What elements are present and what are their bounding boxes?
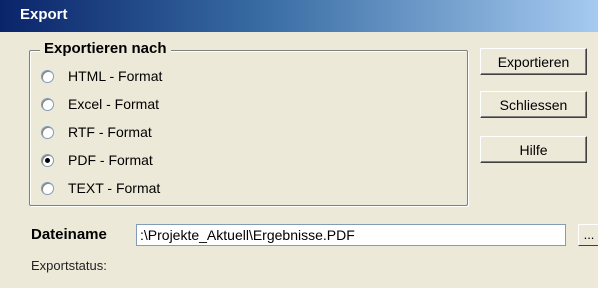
- close-button[interactable]: Schliessen: [480, 91, 587, 118]
- radio-button[interactable]: [41, 69, 54, 83]
- browse-button[interactable]: ...: [578, 224, 598, 246]
- radio-label: PDF - Format: [68, 152, 153, 168]
- radio-html-format[interactable]: HTML - Format: [41, 66, 162, 86]
- radio-label: Excel - Format: [68, 96, 160, 112]
- radio-label: RTF - Format: [68, 124, 152, 140]
- export-button[interactable]: Exportieren: [480, 48, 587, 75]
- radio-pdf-format[interactable]: PDF - Format: [41, 150, 153, 170]
- radio-text-format[interactable]: TEXT - Format: [41, 178, 160, 198]
- radio-button[interactable]: [41, 97, 54, 111]
- filename-input[interactable]: [136, 224, 566, 246]
- export-format-legend: Exportieren nach: [40, 40, 171, 57]
- radio-rtf-format[interactable]: RTF - Format: [41, 122, 152, 142]
- title-bar[interactable]: Export: [0, 0, 598, 32]
- radio-excel-format[interactable]: Excel - Format: [41, 94, 159, 114]
- radio-button[interactable]: [41, 153, 54, 167]
- window-title: Export: [20, 6, 68, 23]
- export-status-label: Exportstatus:: [31, 258, 107, 273]
- radio-button[interactable]: [41, 125, 54, 139]
- help-button[interactable]: Hilfe: [480, 136, 587, 163]
- radio-button[interactable]: [41, 181, 54, 195]
- radio-label: TEXT - Format: [68, 180, 161, 196]
- filename-label: Dateiname: [31, 226, 107, 243]
- radio-label: HTML - Format: [68, 68, 163, 84]
- export-dialog: Export Exportieren nach HTML - Format Ex…: [0, 0, 598, 288]
